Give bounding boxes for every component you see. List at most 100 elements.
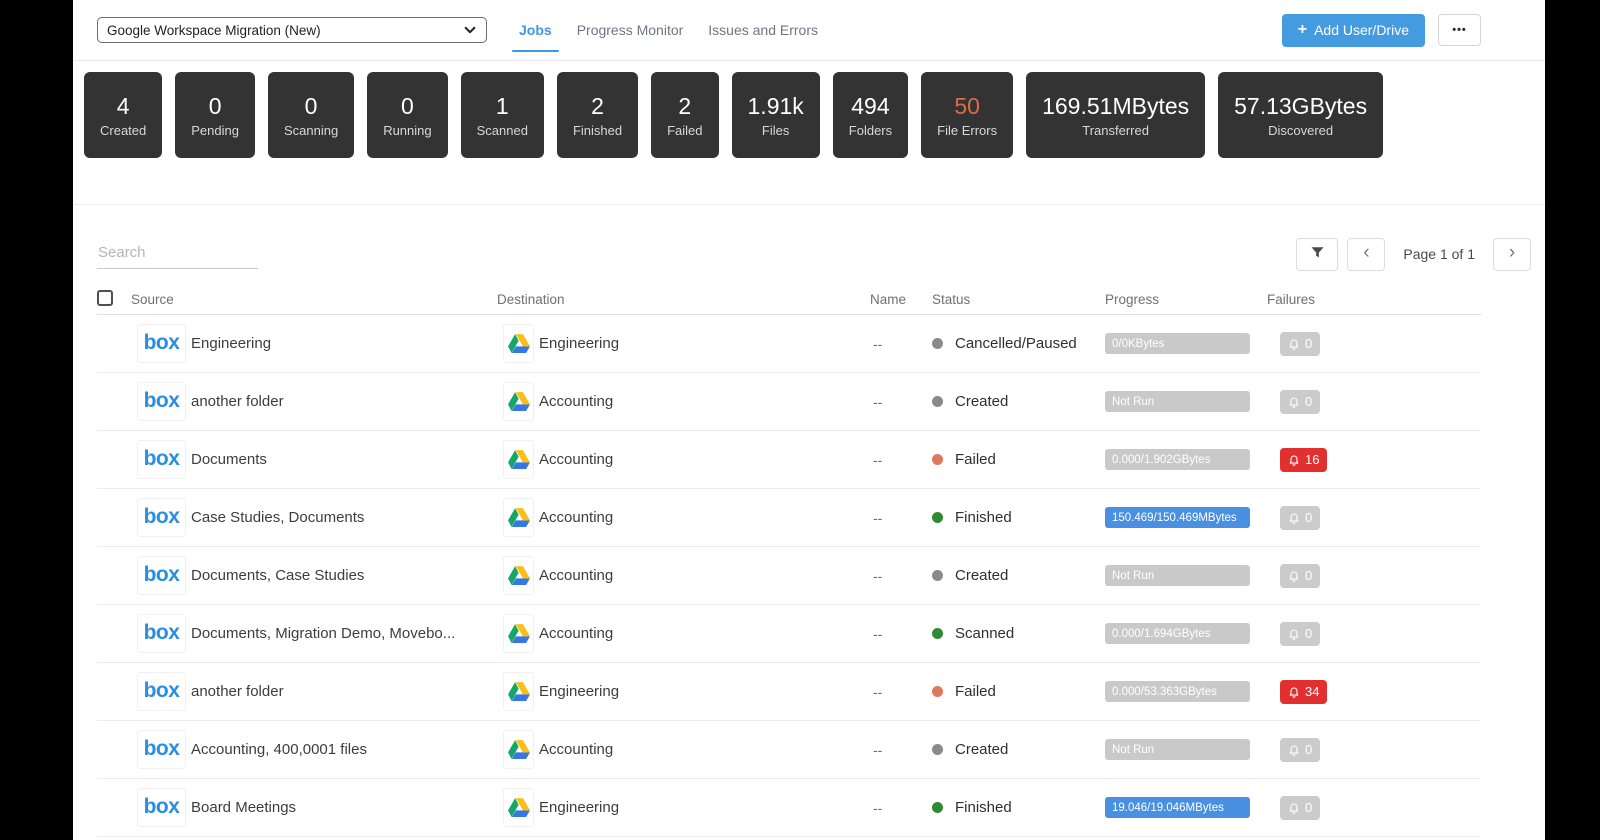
progress-cell: 0.000/1.694GBytes (1105, 623, 1267, 644)
table-row[interactable]: box Documents, Case Studies Accounting -… (97, 547, 1481, 605)
topbar-actions: + Add User/Drive ••• (1282, 14, 1481, 47)
page-info: Page 1 of 1 (1403, 246, 1475, 262)
add-user-drive-label: Add User/Drive (1314, 22, 1409, 38)
status-cell: Created (923, 393, 1105, 410)
more-actions-button[interactable]: ••• (1438, 14, 1481, 46)
source-label: another folder (191, 683, 284, 700)
failures-count: 0 (1305, 626, 1312, 641)
box-logo: box (144, 390, 180, 414)
progress-pill: Not Run (1105, 739, 1250, 760)
destination-label: Accounting (539, 567, 613, 584)
name-cell: -- (870, 742, 923, 758)
filter-button[interactable] (1296, 238, 1338, 271)
select-all-checkbox[interactable] (97, 290, 113, 306)
name-cell: -- (870, 452, 923, 468)
tab-progress-monitor[interactable]: Progress Monitor (575, 18, 686, 42)
google-drive-icon (504, 557, 533, 594)
destination-cell: Accounting (497, 383, 870, 420)
destination-cell: Accounting (497, 557, 870, 594)
box-tile: box (138, 789, 185, 826)
failures-badge[interactable]: 0 (1280, 564, 1320, 588)
plus-icon: + (1298, 22, 1307, 38)
column-failures: Failures (1267, 292, 1481, 307)
failures-badge[interactable]: 0 (1280, 390, 1320, 414)
box-tile: box (138, 557, 185, 594)
failures-badge[interactable]: 0 (1280, 738, 1320, 762)
source-label: Board Meetings (191, 799, 296, 816)
app-window: Google Workspace Migration (New) Jobs Pro… (73, 0, 1545, 840)
progress-pill: 0.000/1.902GBytes (1105, 449, 1250, 470)
column-source: Source (131, 292, 497, 307)
failures-badge[interactable]: 0 (1280, 622, 1320, 646)
source-cell: box Documents, Case Studies (131, 557, 497, 594)
stat-value: 4 (117, 93, 130, 120)
ellipsis-icon: ••• (1452, 24, 1467, 36)
bell-icon (1288, 570, 1300, 582)
stat-card: 1.91k Files (732, 72, 820, 158)
failures-badge[interactable]: 0 (1280, 506, 1320, 530)
table-row[interactable]: box Case Studies, Documents Accounting -… (97, 489, 1481, 547)
failures-cell: 16 (1267, 448, 1481, 472)
status-label: Created (955, 393, 1008, 410)
stat-label: Scanning (284, 123, 338, 138)
table-row[interactable]: box Documents Accounting -- Failed 0.000… (97, 431, 1481, 489)
status-dot (932, 396, 943, 407)
destination-label: Engineering (539, 799, 619, 816)
source-cell: box Case Studies, Documents (131, 499, 497, 536)
failures-badge[interactable]: 0 (1280, 332, 1320, 356)
prev-page-button[interactable]: ‹ (1347, 238, 1385, 271)
source-cell: box Board Meetings (131, 789, 497, 826)
source-cell: box Engineering (131, 325, 497, 362)
table-row[interactable]: box Documents, Migration Demo, Movebo...… (97, 605, 1481, 663)
box-tile: box (138, 673, 185, 710)
failures-count: 0 (1305, 394, 1312, 409)
status-cell: Failed (923, 451, 1105, 468)
status-label: Cancelled/Paused (955, 335, 1077, 352)
table-row[interactable]: box Board Meetings Engineering -- Finish… (97, 779, 1481, 837)
bell-icon (1288, 396, 1300, 408)
source-label: Documents (191, 451, 267, 468)
topbar: Google Workspace Migration (New) Jobs Pro… (73, 0, 1545, 61)
failures-badge[interactable]: 0 (1280, 796, 1320, 820)
stat-card: 2 Finished (557, 72, 638, 158)
source-cell: box Documents, Migration Demo, Movebo... (131, 615, 497, 652)
box-tile: box (138, 441, 185, 478)
source-label: Documents, Case Studies (191, 567, 364, 584)
box-tile: box (138, 731, 185, 768)
failures-count: 34 (1305, 684, 1319, 699)
google-drive-icon (504, 789, 533, 826)
box-logo: box (144, 796, 180, 820)
name-cell: -- (870, 626, 923, 642)
table-row[interactable]: box another folder Accounting -- Created… (97, 373, 1481, 431)
stat-label: Scanned (477, 123, 528, 138)
tab-issues-and-errors[interactable]: Issues and Errors (706, 18, 820, 42)
bell-icon (1288, 512, 1300, 524)
stat-value: 1 (496, 93, 509, 120)
destination-cell: Accounting (497, 615, 870, 652)
add-user-drive-button[interactable]: + Add User/Drive (1282, 14, 1425, 47)
stat-value: 1.91k (748, 93, 804, 120)
stat-label: Pending (191, 123, 239, 138)
stat-label: Finished (573, 123, 622, 138)
next-page-button[interactable]: › (1493, 238, 1531, 271)
failures-badge[interactable]: 34 (1280, 680, 1327, 704)
failures-badge[interactable]: 16 (1280, 448, 1327, 472)
table-row[interactable]: box Accounting, 400,0001 files Accountin… (97, 721, 1481, 779)
chevron-right-icon: › (1509, 243, 1515, 262)
project-selector[interactable]: Google Workspace Migration (New) (97, 17, 487, 43)
bell-icon (1288, 744, 1300, 756)
status-dot (932, 744, 943, 755)
table-row[interactable]: box Engineering Engineering -- Cancelled… (97, 315, 1481, 373)
stat-value: 494 (851, 93, 889, 120)
stat-value: 0 (209, 93, 222, 120)
google-drive-icon (504, 615, 533, 652)
table-row[interactable]: box another folder Engineering -- Failed… (97, 663, 1481, 721)
box-logo: box (144, 332, 180, 356)
project-selector-value: Google Workspace Migration (New) (107, 23, 321, 38)
search-input[interactable] (97, 240, 258, 269)
tab-jobs[interactable]: Jobs (517, 18, 554, 42)
status-cell: Created (923, 567, 1105, 584)
column-progress: Progress (1105, 292, 1267, 307)
box-logo: box (144, 506, 180, 530)
google-drive-icon (504, 441, 533, 478)
